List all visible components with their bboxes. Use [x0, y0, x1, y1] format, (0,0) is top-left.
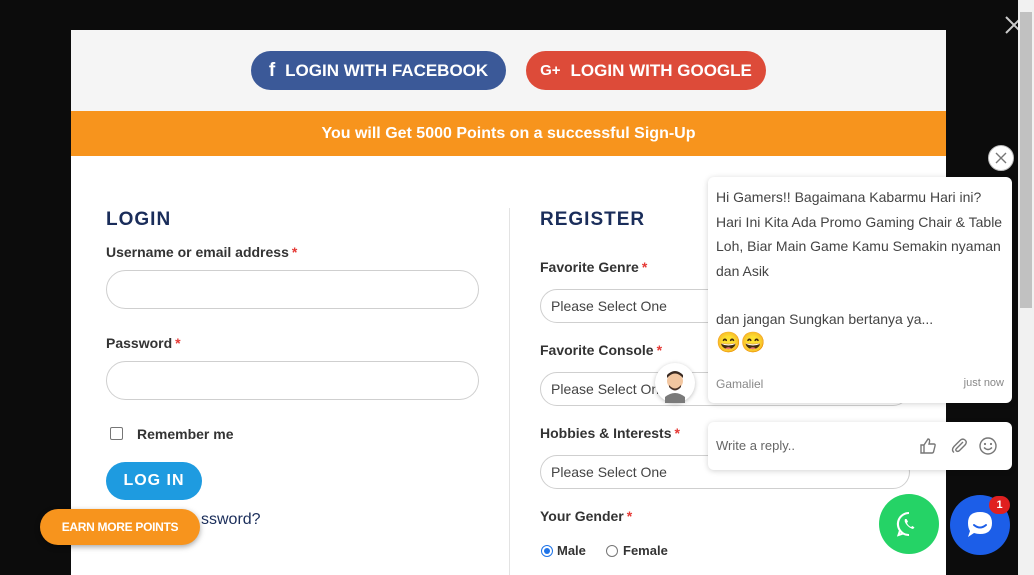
register-title: REGISTER	[540, 209, 646, 230]
whatsapp-button[interactable]	[879, 494, 939, 554]
gender-male-label: Male	[557, 543, 586, 558]
required-mark: *	[291, 244, 298, 260]
login-with-facebook-button[interactable]: f LOGIN WITH FACEBOOK	[251, 51, 506, 90]
google-button-label: LOGIN WITH GOOGLE	[570, 60, 752, 80]
chat-close-icon[interactable]	[988, 145, 1014, 171]
hobbies-label: Hobbies & Interests *	[540, 425, 680, 441]
emoji-icon[interactable]	[978, 436, 998, 456]
password-input[interactable]	[106, 361, 479, 400]
page-scrollbar[interactable]	[1018, 0, 1034, 575]
chat-bubble-icon	[968, 512, 992, 537]
gender-male-radio[interactable]	[541, 545, 553, 557]
column-divider	[509, 208, 510, 575]
agent-avatar	[655, 363, 695, 403]
required-mark: *	[641, 259, 648, 275]
social-login-bar: f LOGIN WITH FACEBOOK G+ LOGIN WITH GOOG…	[71, 30, 946, 111]
favorite-console-label: Favorite Console *	[540, 342, 663, 358]
remember-me-label: Remember me	[137, 426, 234, 442]
grinning-emoji-icon: 😄😄	[716, 332, 766, 354]
scrollbar-thumb[interactable]	[1020, 12, 1032, 308]
earn-more-points-button[interactable]: EARN MORE POINTS	[40, 509, 200, 545]
favorite-genre-label: Favorite Genre *	[540, 259, 648, 275]
points-banner: You will Get 5000 Points on a successful…	[71, 111, 946, 156]
reply-input[interactable]: Write a reply..	[716, 438, 795, 453]
attachment-icon[interactable]	[949, 436, 969, 456]
gender-label: Your Gender *	[540, 508, 633, 524]
chat-timestamp: just now	[963, 377, 1004, 389]
required-mark: *	[674, 425, 680, 441]
facebook-button-label: LOGIN WITH FACEBOOK	[285, 60, 489, 80]
unread-badge: 1	[989, 496, 1010, 514]
login-title: LOGIN	[106, 209, 172, 230]
log-in-button[interactable]: LOG IN	[106, 462, 202, 500]
chat-message-text: Hi Gamers!! Bagaimana Kabarmu Hari ini? …	[716, 189, 1003, 327]
chat-author: Gamaliel	[716, 377, 764, 391]
username-label: Username or email address *	[106, 244, 298, 260]
username-input[interactable]	[106, 270, 479, 309]
gender-female-radio[interactable]	[606, 545, 618, 557]
google-plus-icon: G+	[540, 62, 561, 79]
login-with-google-button[interactable]: G+ LOGIN WITH GOOGLE	[526, 51, 766, 90]
required-mark: *	[656, 342, 663, 358]
chat-reply-box[interactable]: Write a reply..	[708, 422, 1012, 470]
required-mark: *	[626, 508, 633, 524]
required-mark: *	[175, 335, 181, 351]
chat-message-bubble: Hi Gamers!! Bagaimana Kabarmu Hari ini? …	[708, 177, 1012, 403]
remember-me-checkbox[interactable]	[110, 427, 123, 440]
facebook-icon: f	[268, 59, 276, 81]
password-label: Password *	[106, 335, 181, 351]
whatsapp-icon	[896, 511, 915, 537]
lost-password-link[interactable]: ssword?	[201, 511, 261, 529]
gender-female-label: Female	[623, 543, 668, 558]
thumbs-up-icon[interactable]	[918, 436, 938, 456]
